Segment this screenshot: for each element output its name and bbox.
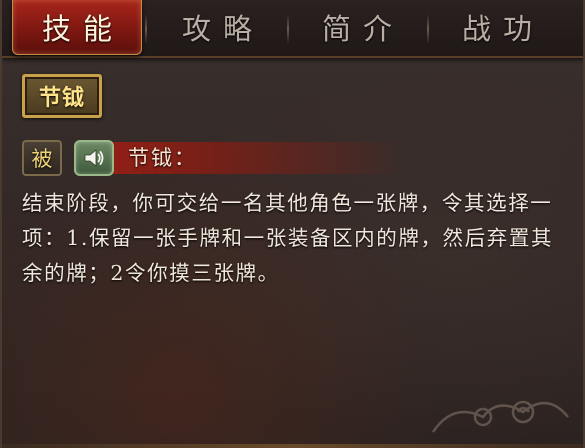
skill-header-row: 被 节钺： (22, 140, 562, 176)
tab-skills-label: 技能 (41, 12, 124, 46)
voice-button[interactable] (74, 140, 114, 176)
skill-panel: 技能 攻略 简介 战功 节钺 被 节钺： 结束阶段，你可交给一名其他角色一张牌，… (0, 0, 585, 448)
cloud-swirl-icon (431, 400, 569, 433)
tab-strategy-label: 攻略 (181, 12, 264, 46)
skill-title: 节钺： (128, 146, 197, 170)
tab-achievements-label: 战功 (461, 12, 544, 46)
panel-bottom-border (2, 444, 583, 448)
tab-intro[interactable]: 简介 (292, 0, 422, 54)
tab-divider (427, 14, 429, 44)
skill-title-highlight (76, 142, 406, 174)
skill-description: 结束阶段，你可交给一名其他角色一张牌，令其选择一项：1.保留一张手牌和一张装备区… (22, 191, 554, 285)
tab-achievements[interactable]: 战功 (432, 0, 562, 54)
tab-strategy[interactable]: 攻略 (152, 0, 282, 54)
tab-bar: 技能 攻略 简介 战功 (2, 0, 583, 58)
passive-type-badge: 被 (22, 140, 62, 176)
skill-name-badge: 节钺 (22, 74, 102, 118)
tab-divider (145, 14, 147, 44)
speaker-icon (84, 149, 104, 167)
tab-divider (287, 14, 289, 44)
tab-skills[interactable]: 技能 (12, 0, 142, 55)
tab-intro-label: 简介 (321, 12, 404, 46)
